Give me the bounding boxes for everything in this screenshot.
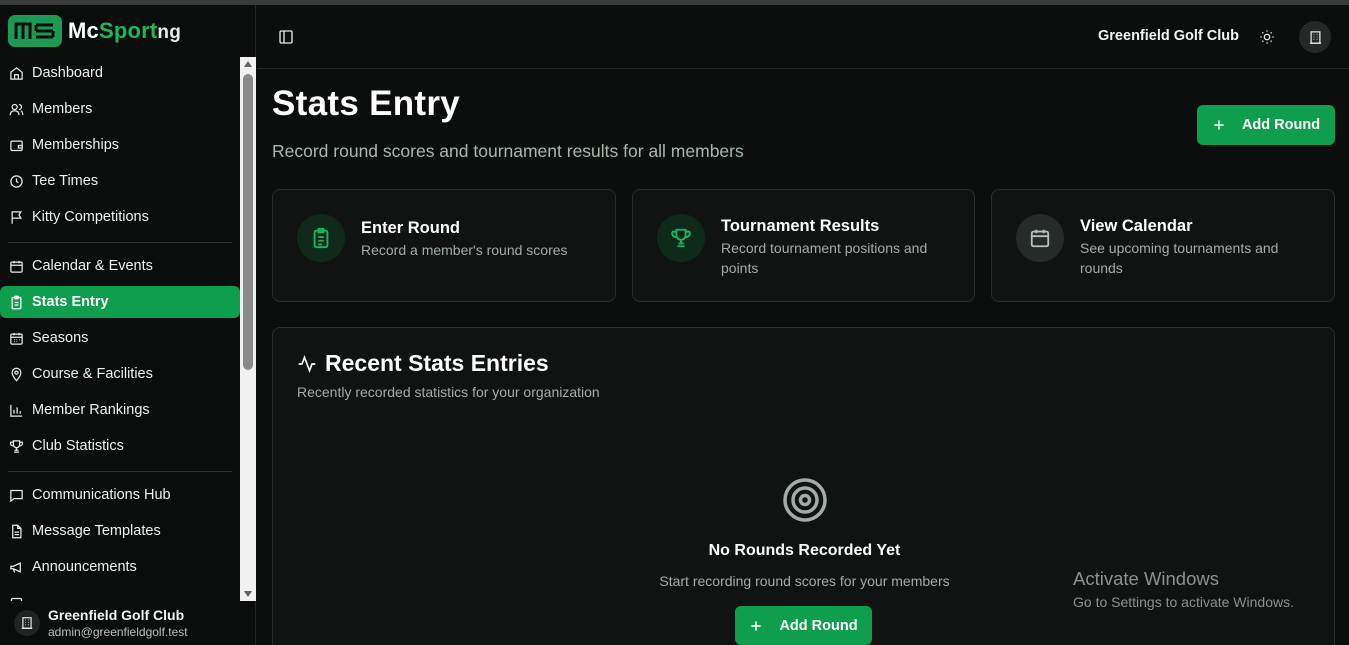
card-title: Enter Round (361, 219, 460, 237)
card-description: Record tournament positions and points (721, 240, 928, 276)
sidebar-item-label: Kitty Competitions (32, 209, 149, 225)
panel-subtitle: Recently recorded statistics for your or… (297, 384, 600, 400)
activity-icon (297, 354, 317, 374)
org-switcher[interactable]: Greenfield Golf Club admin@greenfieldgol… (0, 601, 256, 645)
clipboard-icon (8, 294, 24, 310)
building-icon (1308, 30, 1323, 45)
sidebar-item-label: Tee Times (32, 173, 99, 189)
sidebar-item-label: Communications Hub (32, 487, 171, 503)
card-title: View Calendar (1080, 217, 1193, 235)
plus-icon (1212, 118, 1226, 132)
sidebar-item-announcements[interactable]: Announcements (0, 551, 240, 583)
sidebar-scrollbar[interactable] (240, 57, 256, 601)
sidebar-item-course-facilities[interactable]: Course & Facilities (0, 358, 240, 390)
enter-round-card[interactable]: Enter Round Record a member's round scor… (272, 189, 616, 302)
sidebar-item-label: Calendar & Events (32, 258, 153, 274)
sidebar-item-members[interactable]: Members (0, 93, 240, 125)
page-subtitle: Record round scores and tournament resul… (272, 141, 744, 161)
top-header: Greenfield Golf Club (257, 5, 1349, 69)
nav-divider (8, 242, 232, 243)
sidebar-item-message-templates[interactable]: Message Templates (0, 515, 240, 547)
sidebar: McSportng Dashboard Members Memberships … (0, 5, 256, 645)
card-description: See upcoming tournaments and rounds (1080, 240, 1279, 276)
empty-state-title: No Rounds Recorded Yet (708, 542, 901, 559)
clipboard-icon (297, 214, 345, 262)
trophy-icon (657, 214, 705, 262)
bar-chart-icon (8, 402, 24, 418)
activate-windows-watermark: Activate Windows Go to Settings to activ… (1073, 568, 1294, 610)
sidebar-item-label: Course & Facilities (32, 366, 153, 382)
org-email: admin@greenfieldgolf.test (48, 625, 188, 639)
sidebar-item-kitty-competitions[interactable]: Kitty Competitions (0, 201, 240, 233)
watermark-subtitle: Go to Settings to activate Windows. (1073, 594, 1294, 610)
sun-icon[interactable] (1257, 27, 1277, 47)
wallet-icon (8, 137, 24, 153)
org-name: Greenfield Golf Club (48, 607, 185, 623)
sidebar-item-stats-entry[interactable]: Stats Entry (0, 286, 240, 318)
scroll-up-arrow-icon[interactable] (240, 57, 256, 71)
sidebar-item-label: Message Templates (32, 523, 161, 539)
plus-icon (749, 619, 763, 633)
brand-prefix: Mc (68, 18, 99, 43)
sidebar-item-label: Stats Entry (32, 294, 109, 310)
add-round-button[interactable]: Add Round (1197, 105, 1335, 145)
sidebar-nav: Dashboard Members Memberships Tee Times … (0, 53, 240, 601)
nav-divider (8, 471, 232, 472)
calendar-grid-icon (8, 330, 24, 346)
sidebar-item-label: Memberships (32, 137, 120, 153)
add-round-label: Add Round (1241, 117, 1321, 133)
sidebar-toggle-icon[interactable] (277, 28, 295, 46)
card-title: Tournament Results (721, 217, 880, 235)
sidebar-item-partial[interactable] (0, 587, 240, 601)
sidebar-item-member-rankings[interactable]: Member Rankings (0, 394, 240, 426)
tournament-results-card[interactable]: Tournament Results Record tournament pos… (632, 189, 975, 302)
clock-icon (8, 173, 24, 189)
mcsporting-logo-icon (8, 15, 62, 47)
sidebar-item-club-statistics[interactable]: Club Statistics (0, 430, 240, 462)
account-menu-button[interactable] (1299, 21, 1331, 53)
flag-icon (8, 209, 24, 225)
sidebar-item-memberships[interactable]: Memberships (0, 129, 240, 161)
brand-highlight: Sport (98, 18, 158, 43)
scroll-down-arrow-icon[interactable] (240, 587, 256, 601)
view-calendar-card[interactable]: View Calendar See upcoming tournaments a… (991, 189, 1335, 302)
trophy-icon (8, 438, 24, 454)
header-club-name[interactable]: Greenfield Golf Club (1098, 28, 1239, 44)
brand-name: McSportng (68, 18, 181, 44)
sidebar-item-label: Dashboard (32, 65, 103, 81)
watermark-title: Activate Windows (1073, 568, 1219, 589)
empty-add-round-button[interactable]: Add Round (735, 606, 872, 645)
map-pin-icon (8, 366, 24, 382)
users-icon (8, 101, 24, 117)
card-description: Record a member's round scores (361, 242, 568, 258)
megaphone-icon (8, 559, 24, 575)
message-square-icon (8, 487, 24, 503)
calendar-icon (1016, 214, 1064, 262)
building-icon (14, 610, 40, 636)
brand-logo[interactable]: McSportng (8, 13, 181, 49)
page-title: Stats Entry (272, 84, 461, 123)
sidebar-item-label: Club Statistics (32, 438, 124, 454)
panel-title-text: Recent Stats Entries (325, 350, 549, 376)
sidebar-item-label: Seasons (32, 330, 89, 346)
sidebar-item-dashboard[interactable]: Dashboard (0, 57, 240, 89)
sidebar-item-label: Member Rankings (32, 402, 150, 418)
brand-suffix: ng (157, 22, 182, 43)
file-text-icon (8, 523, 24, 539)
sidebar-item-communications-hub[interactable]: Communications Hub (0, 479, 240, 511)
target-icon (781, 476, 829, 524)
home-icon (8, 65, 24, 81)
sidebar-item-label: Members (32, 101, 93, 117)
add-round-label: Add Round (779, 617, 858, 634)
sidebar-item-calendar-events[interactable]: Calendar & Events (0, 250, 240, 282)
sidebar-item-label: Announcements (32, 559, 137, 575)
sidebar-item-seasons[interactable]: Seasons (0, 322, 240, 354)
panel-title: Recent Stats Entries (297, 350, 549, 377)
scrollbar-thumb[interactable] (243, 74, 253, 370)
sidebar-item-tee-times[interactable]: Tee Times (0, 165, 240, 197)
calendar-icon (8, 258, 24, 274)
